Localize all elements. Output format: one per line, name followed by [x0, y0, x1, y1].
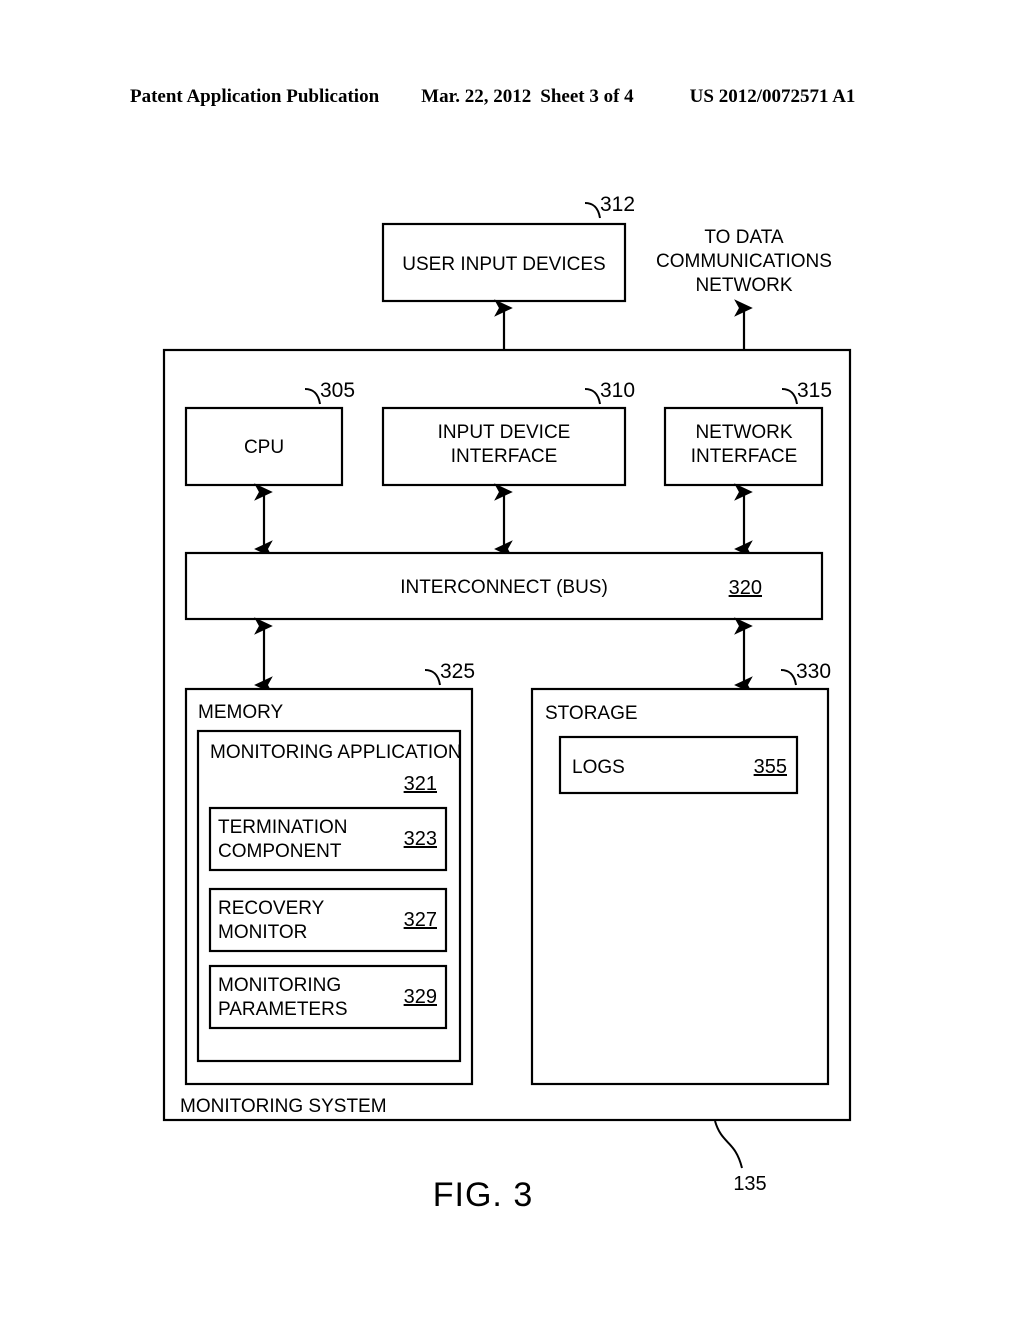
- network-note-line-2: COMMUNICATIONS: [656, 251, 832, 272]
- input-device-interface-line-1: INPUT DEVICE: [438, 422, 571, 443]
- input-device-interface-line-2: INTERFACE: [451, 446, 558, 467]
- ref-number-310: 310: [600, 379, 635, 402]
- ref-number-330: 330: [796, 660, 831, 683]
- storage-label: STORAGE: [545, 703, 638, 724]
- user-input-devices-label: USER INPUT DEVICES: [402, 254, 605, 275]
- network-interface-line-1: NETWORK: [695, 422, 792, 443]
- memory-label: MEMORY: [198, 702, 283, 723]
- ref-number-135: 135: [733, 1173, 766, 1195]
- ref-number-312: 312: [600, 193, 635, 216]
- monitoring-application-block: MONITORING APPLICATION 321 TERMINATION C…: [196, 729, 462, 1063]
- user-input-devices-block: USER INPUT DEVICES 312: [381, 193, 635, 303]
- monitoring-parameters-block: MONITORING PARAMETERS 329: [208, 964, 448, 1030]
- recovery-monitor-line-2: MONITOR: [218, 922, 307, 943]
- ref-number-323: 323: [404, 828, 437, 850]
- ref-number-320: 320: [729, 577, 762, 599]
- ref-number-327: 327: [404, 909, 437, 931]
- termination-component-block: TERMINATION COMPONENT 323: [208, 806, 448, 872]
- logs-block: LOGS 355: [558, 735, 799, 795]
- network-note-line-3: NETWORK: [695, 275, 792, 296]
- figure-3-block-diagram: USER INPUT DEVICES 312 TO DATA COMMUNICA…: [162, 193, 852, 1214]
- recovery-monitor-line-1: RECOVERY: [218, 898, 325, 919]
- monitoring-parameters-line-2: PARAMETERS: [218, 999, 348, 1020]
- leader-line-312: [584, 202, 601, 219]
- interconnect-bus-block: INTERCONNECT (BUS) 320: [184, 551, 824, 621]
- monitoring-application-label: MONITORING APPLICATION: [210, 742, 462, 763]
- network-note-line-1: TO DATA: [704, 227, 784, 248]
- ref-number-325: 325: [440, 660, 475, 683]
- ref-number-305: 305: [320, 379, 355, 402]
- network-destination-note: TO DATA COMMUNICATIONS NETWORK: [656, 227, 832, 296]
- logs-label: LOGS: [572, 757, 625, 778]
- ref-number-315: 315: [797, 379, 832, 402]
- termination-component-line-1: TERMINATION: [218, 817, 347, 838]
- monitoring-parameters-line-1: MONITORING: [218, 975, 341, 996]
- memory-block: MEMORY 325 MONITORING APPLICATION 321 TE…: [184, 660, 475, 1086]
- monitoring-system-label: MONITORING SYSTEM: [180, 1096, 387, 1117]
- cpu-label: CPU: [244, 437, 284, 458]
- interconnect-bus-label: INTERCONNECT (BUS): [400, 577, 608, 598]
- storage-block: STORAGE 330 LOGS 355: [530, 660, 831, 1086]
- termination-component-line-2: COMPONENT: [218, 841, 342, 862]
- network-interface-line-2: INTERFACE: [691, 446, 798, 467]
- figure-caption: FIG. 3: [433, 1176, 533, 1214]
- leader-line-135: [714, 1120, 743, 1169]
- ref-number-321: 321: [404, 773, 437, 795]
- recovery-monitor-block: RECOVERY MONITOR 327: [208, 887, 448, 953]
- ref-number-355: 355: [754, 756, 787, 778]
- ref-number-329: 329: [404, 986, 437, 1008]
